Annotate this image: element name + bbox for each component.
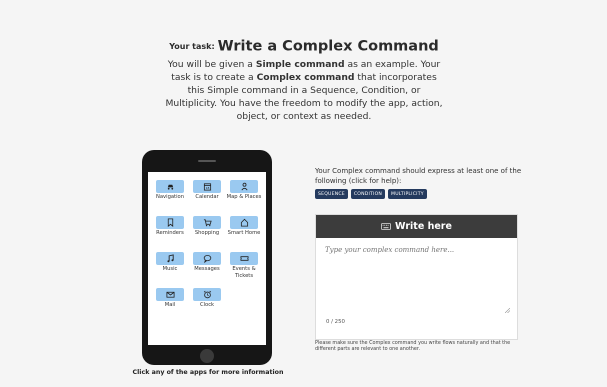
app-label: Events & Tickets	[232, 266, 256, 279]
character-counter: 0 / 250	[326, 319, 345, 325]
app-calendar[interactable]: 18 Calendar	[189, 180, 225, 201]
command-type-chips: SEQUENCE CONDITION MULTIPLICITY	[315, 189, 427, 199]
app-label: Messages	[194, 266, 220, 272]
app-events-tickets[interactable]: Events & Tickets	[226, 252, 262, 279]
music-note-icon	[156, 252, 184, 265]
app-reminders[interactable]: Reminders	[152, 216, 188, 237]
person-pin-icon	[230, 180, 258, 193]
alarm-clock-icon	[193, 288, 221, 301]
bookmark-icon	[156, 216, 184, 229]
page-title: Your task: Write a Complex Command	[164, 37, 444, 56]
app-messages[interactable]: Messages	[189, 252, 225, 273]
phone-home-button	[200, 349, 214, 363]
phone-mockup: Navigation 18 Calendar Map & Places Remi…	[142, 150, 272, 365]
app-label: Clock	[199, 302, 215, 308]
task-title: Write a Complex Command	[217, 38, 439, 55]
app-label: Mail	[164, 302, 176, 308]
app-navigation[interactable]: Navigation	[152, 180, 188, 201]
calendar-icon: 18	[193, 180, 221, 193]
task-label: Your task:	[169, 41, 215, 51]
speech-bubble-icon	[193, 252, 221, 265]
app-label: Smart Home	[227, 230, 261, 236]
app-label: Navigation	[156, 194, 184, 200]
intro-bold-simple: Simple command	[255, 58, 345, 70]
app-map-places[interactable]: Map & Places	[226, 180, 262, 201]
ticket-icon	[230, 252, 258, 265]
command-editor: Write here 0 / 250	[315, 214, 518, 340]
phone-screen: Navigation 18 Calendar Map & Places Remi…	[148, 172, 266, 345]
svg-text:18: 18	[205, 186, 209, 190]
car-icon	[156, 180, 184, 193]
phone-caption: Click any of the apps for more informati…	[132, 369, 284, 376]
intro-text-1: You will be given a	[167, 58, 256, 70]
complex-command-input[interactable]	[319, 241, 513, 316]
intro-bold-complex: Complex command	[256, 71, 355, 83]
app-label: Reminders	[156, 230, 184, 236]
house-icon	[230, 216, 258, 229]
app-clock[interactable]: Clock	[189, 288, 225, 309]
app-label: Shopping	[194, 230, 220, 236]
app-music[interactable]: Music	[152, 252, 188, 273]
task-header: Your task: Write a Complex Command You wi…	[164, 37, 444, 123]
cart-icon	[193, 216, 221, 229]
app-label: Music	[162, 266, 178, 272]
app-shopping[interactable]: Shopping	[189, 216, 225, 237]
task-card: Your task: Write a Complex Command You wi…	[0, 0, 607, 387]
task-instructions: You will be given a Simple command as an…	[164, 58, 444, 123]
app-label: Calendar	[195, 194, 219, 200]
chip-multiplicity[interactable]: MULTIPLICITY	[388, 189, 427, 199]
guidance-note: Please make sure the Complex command you…	[315, 340, 511, 353]
phone-speaker	[198, 160, 216, 162]
keyboard-icon	[381, 223, 391, 230]
app-label: Map & Places	[226, 194, 262, 200]
editor-title: Write here	[395, 221, 452, 232]
help-text: Your Complex command should express at l…	[315, 167, 522, 185]
app-smart-home[interactable]: Smart Home	[226, 216, 262, 237]
chip-condition[interactable]: CONDITION	[350, 189, 386, 199]
editor-header: Write here	[316, 215, 517, 238]
resize-handle-icon[interactable]	[505, 308, 510, 313]
app-mail[interactable]: Mail	[152, 288, 188, 309]
chip-sequence[interactable]: SEQUENCE	[315, 189, 348, 199]
envelope-icon	[156, 288, 184, 301]
